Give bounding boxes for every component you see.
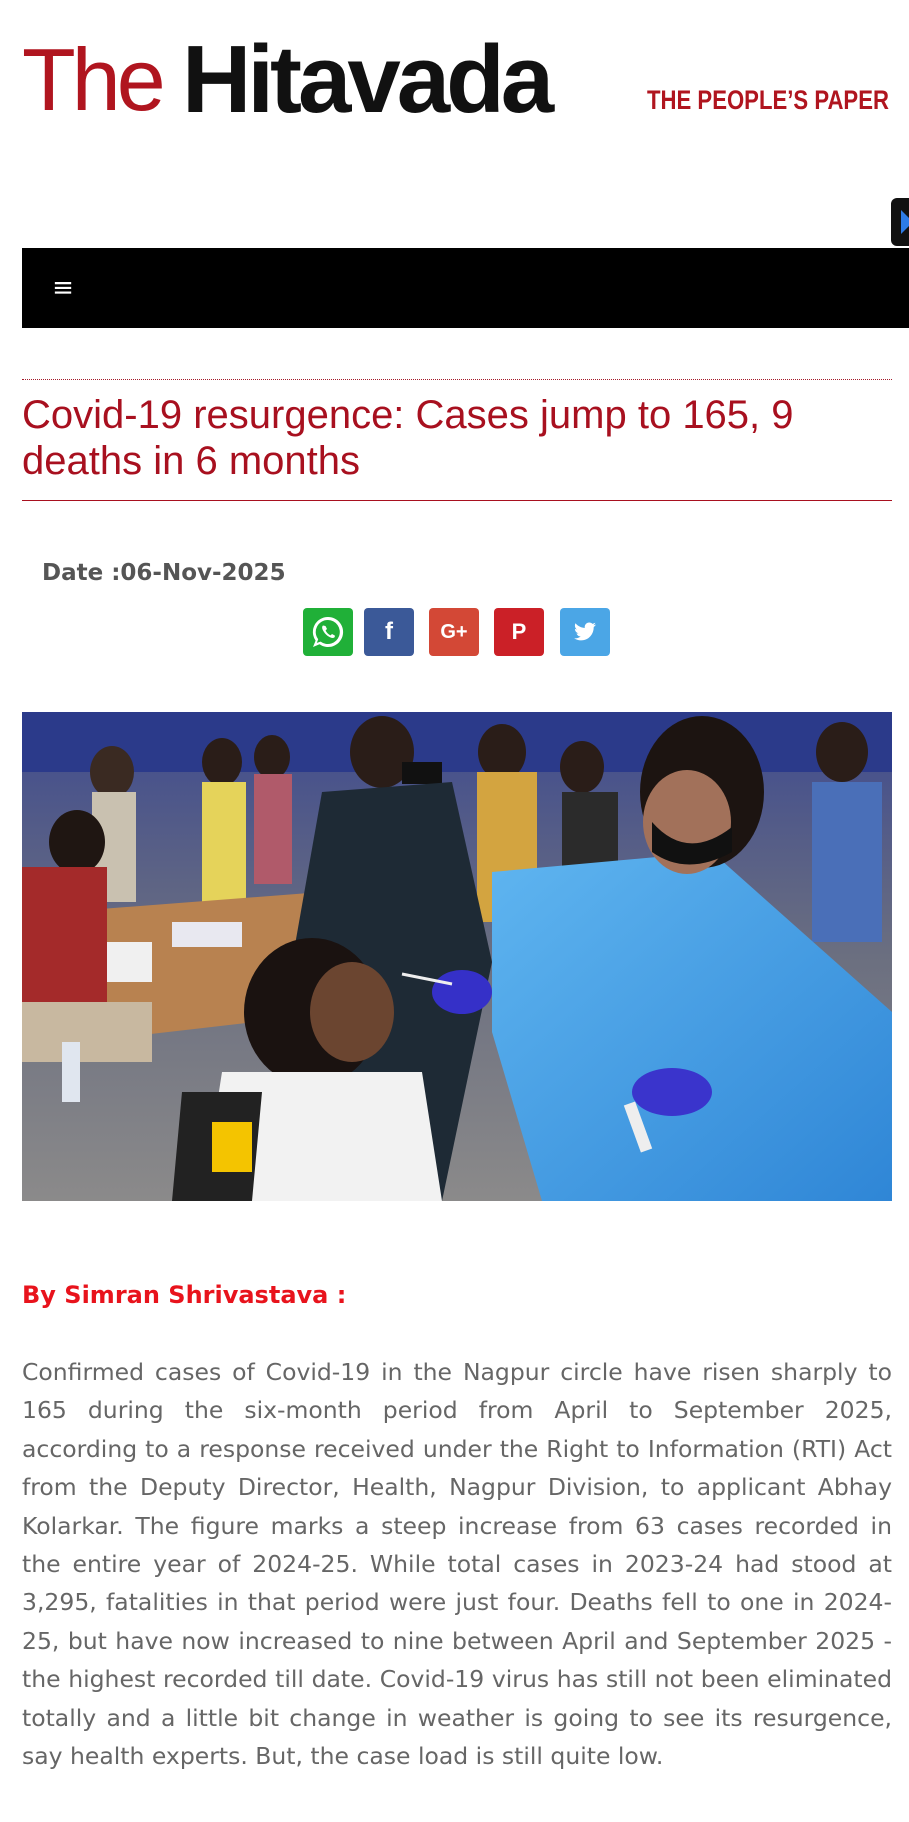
- article-photo: [22, 712, 892, 1201]
- google-play-icon[interactable]: [891, 198, 909, 246]
- headline-top-divider: [22, 379, 892, 380]
- google-plus-icon: G+: [440, 620, 468, 643]
- whatsapp-icon: [312, 616, 344, 647]
- share-whatsapp-button[interactable]: [303, 608, 353, 656]
- share-twitter-button[interactable]: [560, 608, 610, 656]
- article-body: Confirmed cases of Covid-19 in the Nagpu…: [22, 1358, 892, 1771]
- twitter-icon: [574, 622, 596, 641]
- share-facebook-button[interactable]: f: [364, 608, 414, 656]
- logo-tagline: THE PEOPLE’S PAPER: [647, 85, 889, 115]
- article-headline: Covid-19 resurgence: Cases jump to 165, …: [22, 393, 794, 483]
- article-byline: By Simran Shrivastava :: [22, 1281, 347, 1309]
- share-google-plus-button[interactable]: G+: [429, 608, 479, 656]
- facebook-icon: f: [385, 618, 393, 645]
- pinterest-icon: P: [511, 619, 527, 644]
- article-date: Date :06-Nov-2025: [42, 560, 286, 586]
- logo-the: The: [22, 30, 166, 129]
- share-pinterest-button[interactable]: P: [494, 608, 544, 656]
- menu-icon[interactable]: ≡: [50, 270, 76, 306]
- headline-bottom-divider: [22, 500, 892, 501]
- logo-hitavada: Hitavada: [182, 26, 554, 133]
- main-navbar: ≡: [22, 248, 909, 328]
